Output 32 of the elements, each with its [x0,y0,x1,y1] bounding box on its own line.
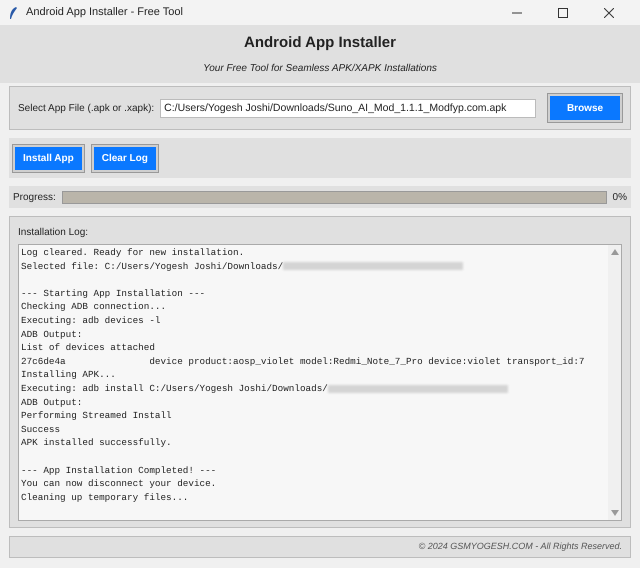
log-line: 27c6de4a device product:aosp_violet model:Redmi_Note_7_Pro device:violet transport_id:7 [21,354,584,368]
window-title: Android App Installer - Free Tool [26,5,183,20]
log-line: Selected file: C:/Users/Yogesh Joshi/Downloads/ [21,260,284,274]
log-line: ADB Output: [21,396,82,410]
log-line: APK installed successfully. [21,436,172,450]
log-line: --- Starting App Installation --- [21,286,206,300]
file-path-field[interactable]: C:/Users/Yogesh Joshi/Downloads/Suno_AI_Mod_1.1.1_Modfyp.com.apk [160,98,536,118]
copyright-text: © 2024 GSMYOGESH.COM - All Rights Reserved. [418,540,622,554]
log-line: Log cleared. Ready for new installation. [21,246,244,260]
log-title: Installation Log: [18,226,90,240]
app-subtitle: Your Free Tool for Seamless APK/XAPK Installations [203,62,437,76]
log-line: Cleaning up temporary files... [21,490,188,504]
log-line: Installing APK... [21,368,116,382]
log-line: Checking ADB connection... [21,300,166,314]
log-line: Success [21,422,60,436]
log-line: Executing: adb devices -l [21,314,160,328]
log-line: ADB Output: [21,328,82,342]
file-label: Select App File (.apk or .xapk): [18,102,154,116]
browse-button[interactable]: Browse [548,94,622,122]
progress-reading: 0% [612,190,627,204]
log-line: You can now disconnect your device. [21,477,216,491]
log-line: List of devices attached [21,341,155,355]
action-button[interactable]: Clear Log [92,144,158,172]
log-line: Executing: adb install C:/Users/Yogesh Joshi/Downloads/ [21,382,328,396]
maximize-icon[interactable] [558,8,568,18]
close-icon[interactable] [604,8,614,18]
app-title: Android App Installer [244,33,396,54]
feather-icon [8,6,18,20]
progress-label: Progress: [13,190,56,204]
log-line: --- App Installation Completed! --- [21,464,216,478]
log-line: Performing Streamed Install [21,409,172,423]
action-button[interactable]: Install App [13,144,84,172]
